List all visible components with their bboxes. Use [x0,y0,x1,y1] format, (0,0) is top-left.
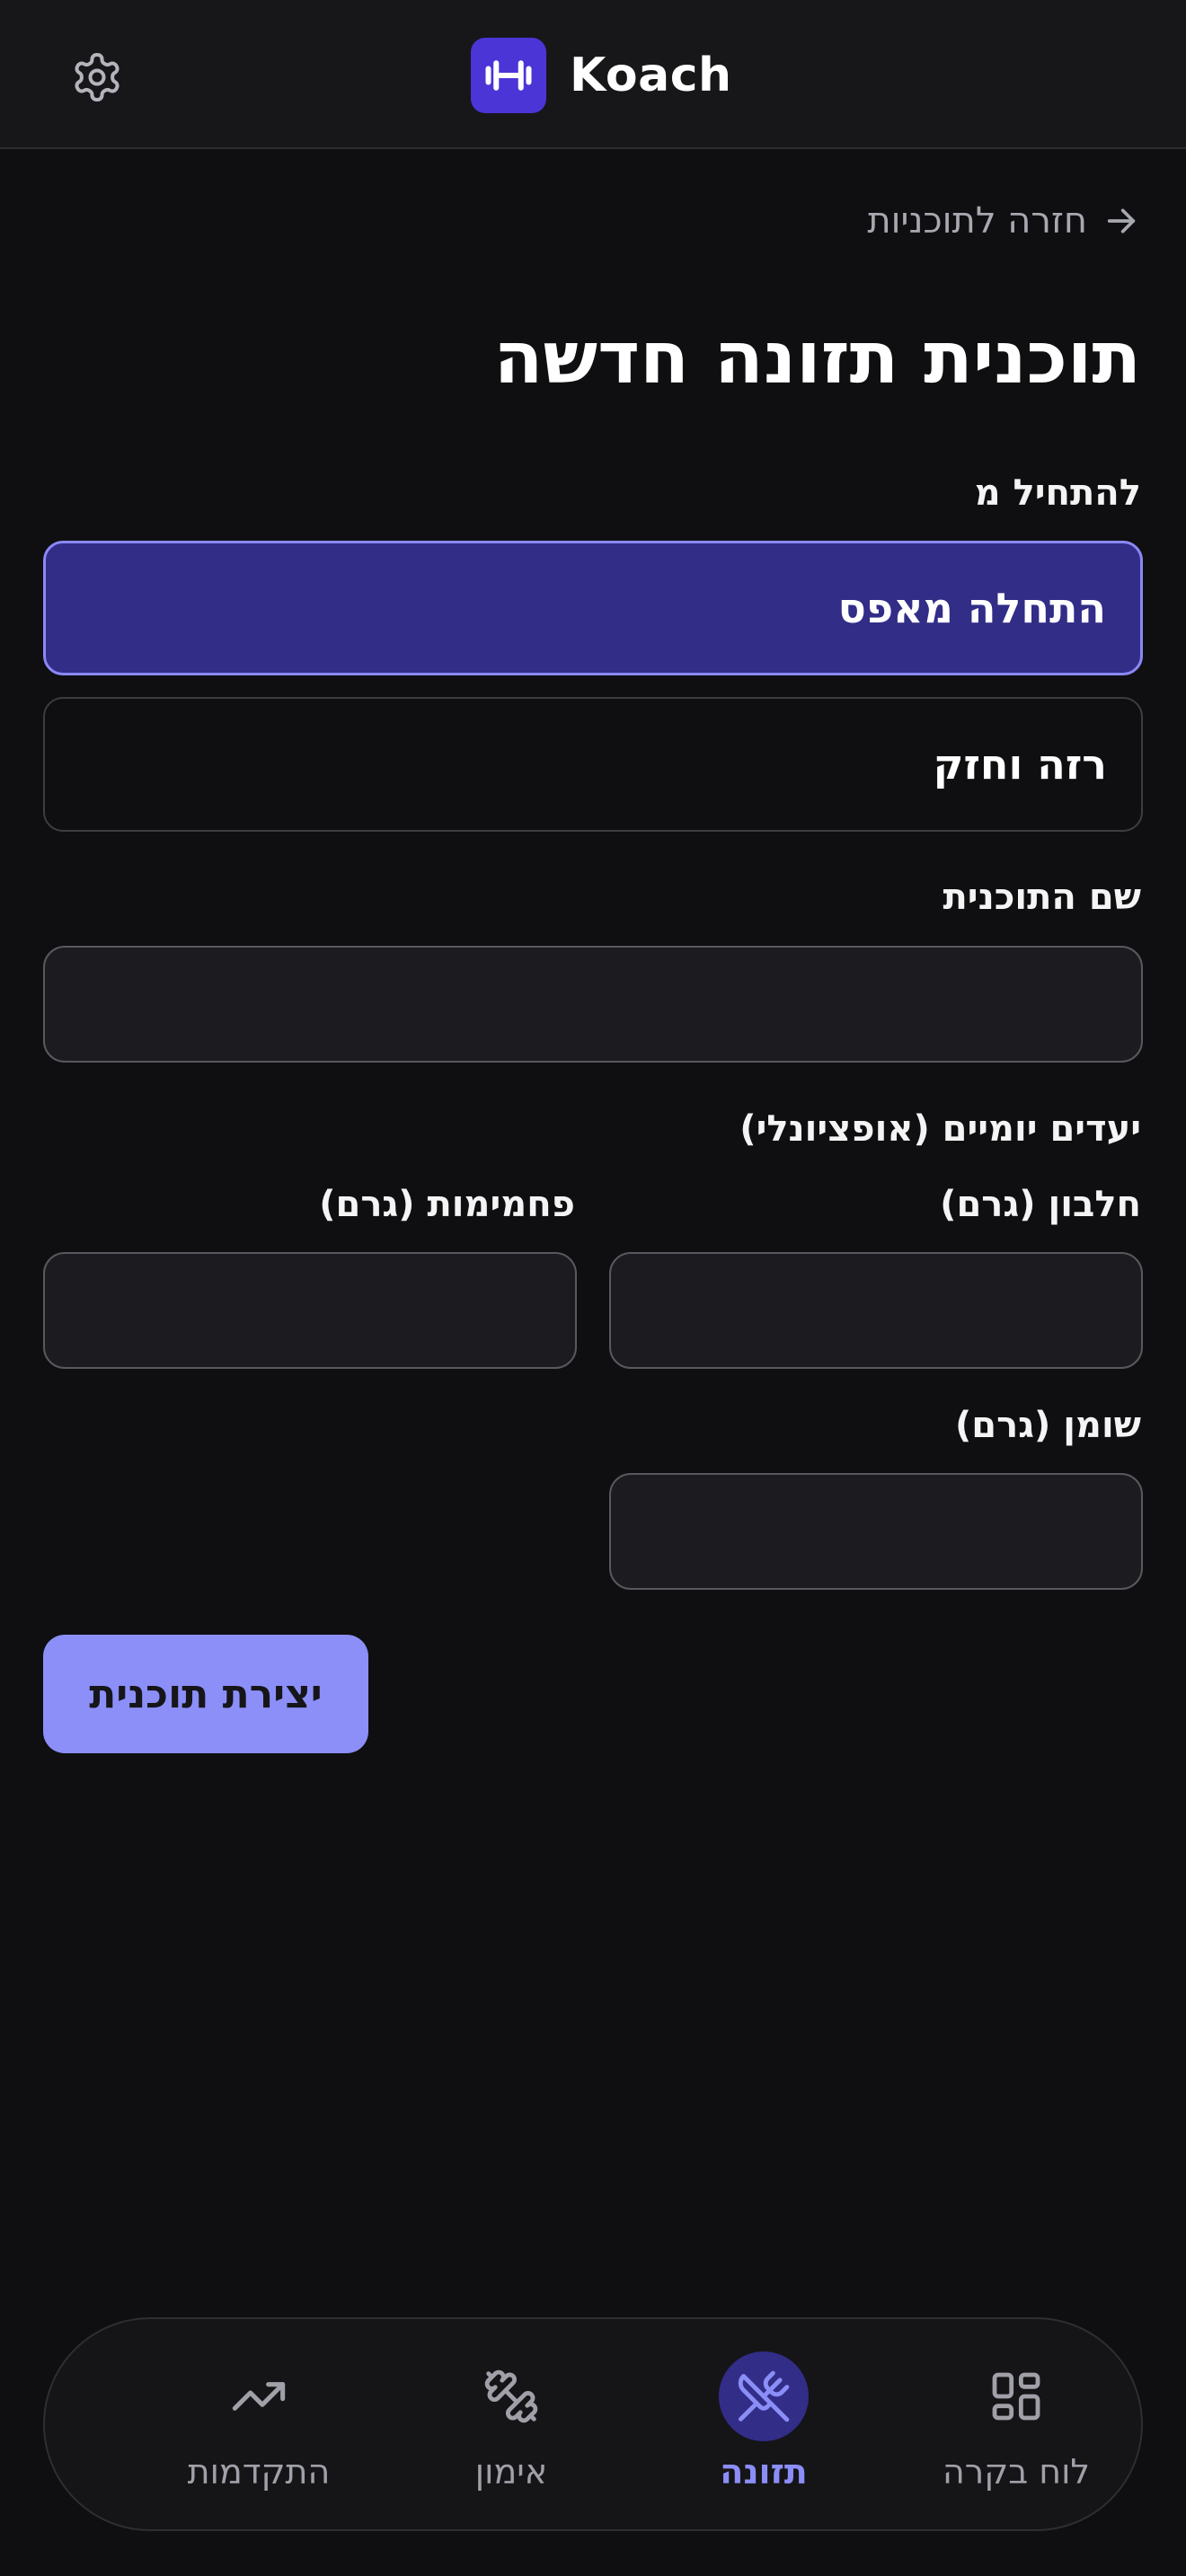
nav-item-progress[interactable]: התקדמות [142,2319,376,2533]
dumbbell-icon [484,2369,538,2423]
plan-name-label: שם התוכנית [943,877,1141,918]
nav-label-nutrition: תזונה [720,2452,808,2492]
bottom-nav: לוח בקרה תזונה אימון התקדמות [43,2317,1143,2531]
nav-label-progress: התקדמות [187,2452,331,2492]
fat-label: שומן (גרם) [954,1405,1141,1446]
top-app-bar: Koach [0,0,1186,149]
start-option-lean-strong[interactable]: רזה וחזק [43,697,1143,832]
carbs-input[interactable] [43,1252,577,1369]
nav-label-dashboard: לוח בקרה [942,2452,1091,2492]
trending-up-icon [232,2382,286,2411]
dumbbell-icon [485,60,532,91]
app-name: Koach [570,49,732,102]
arrow-right-icon [1107,208,1136,234]
daily-goals-label: יעדים יומיים (אופציונלי) [739,1108,1141,1150]
settings-button[interactable] [68,49,126,106]
fat-input[interactable] [609,1473,1143,1590]
page-title: תוכנית תזונה חדשה [493,316,1141,400]
nav-item-workout[interactable]: אימון [394,2319,628,2533]
carbs-label: פחמימות (גרם) [319,1184,575,1225]
fork-knife-icon [738,2370,790,2422]
brand: Koach [471,37,732,114]
create-plan-button[interactable]: יצירת תוכנית [43,1635,368,1753]
back-link-label: חזרה לתוכניות [867,200,1087,242]
nav-item-nutrition[interactable]: תזונה [647,2319,881,2533]
dashboard-grid-icon [992,2372,1040,2421]
protein-label: חלבון (גרם) [940,1184,1141,1225]
start-option-from-scratch[interactable]: התחלה מאפס [43,541,1143,675]
plan-name-input[interactable] [43,946,1143,1063]
nav-label-workout: אימון [474,2452,548,2492]
gear-icon [75,53,119,101]
page: Koach חזרה לתוכניות תוכנית תזונה חדשה לה… [0,0,1186,2576]
nav-item-dashboard[interactable]: לוח בקרה [899,2319,1133,2533]
back-to-plans-link[interactable]: חזרה לתוכניות [867,194,1139,248]
app-logo [471,38,546,113]
start-from-label: להתחיל מ [974,472,1141,514]
protein-input[interactable] [609,1252,1143,1369]
